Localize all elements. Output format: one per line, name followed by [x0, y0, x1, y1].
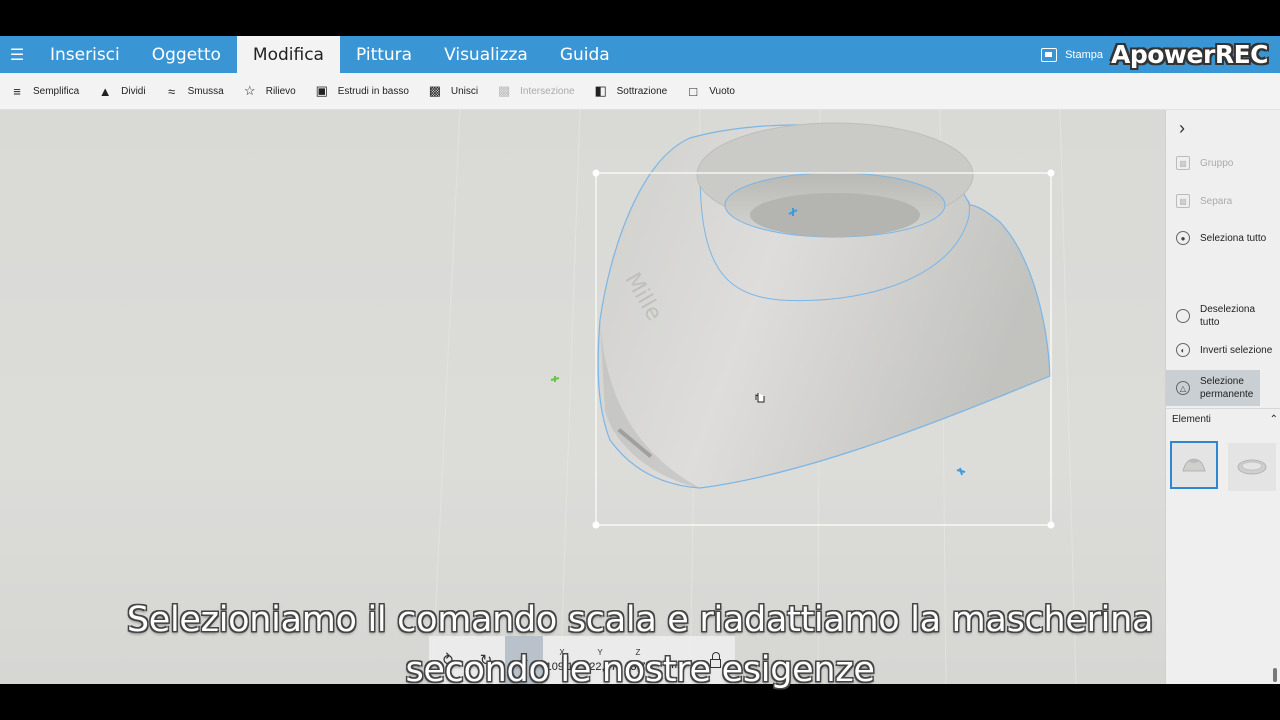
deselect-all-label: Deseleziona tutto	[1200, 304, 1256, 328]
handle-top-right	[1047, 169, 1055, 177]
tool-label: Sottrazione	[616, 85, 668, 97]
subtitle-line-1: Selezioniamo il comando scala e riadatti…	[126, 600, 1154, 640]
handle-bottom-right	[1047, 521, 1055, 529]
tool-rilievo[interactable]: ☆ Rilievo	[243, 83, 296, 98]
elements-header[interactable]: Elementi ⌃	[1172, 414, 1278, 425]
selection-panel: › ▩ Gruppo ▩ Separa ● Seleziona tutto De…	[1165, 110, 1280, 684]
3d-viewport[interactable]: Mille	[0, 110, 1165, 684]
handle-top-left	[592, 169, 600, 177]
print-label: Stampa	[1065, 48, 1104, 61]
viewport-canvas: Mille	[431, 110, 1077, 684]
tool-label: Smussa	[187, 85, 224, 97]
menu-spacer	[626, 36, 1041, 73]
sticky-selection-icon: △	[1176, 381, 1190, 395]
menu-visualizza[interactable]: Visualizza	[428, 36, 544, 73]
element-thumb-ring[interactable]	[1228, 443, 1276, 491]
mask-thumbnail-icon	[1182, 458, 1206, 472]
menu-inserisci[interactable]: Inserisci	[34, 36, 136, 73]
tool-sottrazione[interactable]: ◧ Sottrazione	[594, 83, 668, 98]
invert-selection-label: Inverti selezione	[1200, 344, 1273, 356]
paint3d-window: ☰ Inserisci Oggetto Modifica Pittura Vis…	[0, 36, 1280, 684]
select-all-icon: ●	[1176, 231, 1190, 245]
hamburger-menu-icon[interactable]: ☰	[0, 36, 34, 73]
invert-selection-icon: ◐	[1176, 343, 1190, 357]
printer-icon	[1041, 47, 1058, 62]
intersect-icon: ▩	[497, 83, 511, 98]
tool-label: Vuoto	[709, 85, 735, 97]
extrude-down-icon: ▣	[315, 83, 328, 98]
deselect-all-icon	[1176, 309, 1190, 323]
group-label: Gruppo	[1200, 157, 1234, 169]
tool-estrudi[interactable]: ▣ Estrudi in basso	[315, 83, 409, 98]
video-frame: ☰ Inserisci Oggetto Modifica Pittura Vis…	[0, 0, 1280, 720]
edit-toolbar: ≡ Semplifica ▲ Dividi ≈ Smussa ☆ Rilievo…	[0, 73, 1280, 110]
tool-label: Rilievo	[265, 85, 296, 97]
ungroup-button[interactable]: ▩ Separa	[1166, 191, 1280, 211]
panel-divider	[1166, 408, 1280, 409]
tool-label: Unisci	[450, 85, 479, 97]
menu-guida[interactable]: Guida	[544, 36, 626, 73]
simplify-icon: ≡	[13, 83, 21, 99]
select-all-button[interactable]: ● Seleziona tutto	[1166, 228, 1280, 248]
tool-semplifica[interactable]: ≡ Semplifica	[10, 83, 80, 99]
menu-bar: ☰ Inserisci Oggetto Modifica Pittura Vis…	[0, 36, 1280, 73]
elements-label: Elementi	[1172, 414, 1211, 425]
hollow-icon: □	[689, 83, 698, 99]
menu-modifica[interactable]: Modifica	[236, 36, 340, 73]
tool-vuoto[interactable]: □ Vuoto	[686, 83, 735, 99]
tool-label: Estrudi in basso	[337, 85, 409, 97]
invert-selection-button[interactable]: ◐ Inverti selezione	[1166, 340, 1280, 360]
tool-label: Intersezione	[520, 85, 575, 97]
recorder-watermark: ApowerREC	[1111, 40, 1268, 69]
ungroup-label: Separa	[1200, 195, 1233, 207]
handle-bottom-left	[592, 521, 600, 529]
sticky-selection-label: Selezione permanente	[1200, 376, 1254, 400]
group-icon: ▩	[1176, 156, 1190, 170]
collapse-panel-chevron-icon[interactable]: ›	[1179, 118, 1185, 139]
x-axis-gizmo	[550, 376, 560, 382]
tool-intersezione[interactable]: ▩ Intersezione	[497, 83, 575, 98]
split-icon: ▲	[98, 83, 112, 99]
y-axis-gizmo	[956, 467, 966, 476]
group-button[interactable]: ▩ Gruppo	[1166, 153, 1280, 173]
print-button[interactable]: Stampa ApowerREC	[1041, 36, 1280, 73]
menu-pittura[interactable]: Pittura	[340, 36, 428, 73]
smooth-icon: ≈	[168, 83, 176, 99]
subtitle-line-2: secondo le nostre esigenze	[405, 650, 875, 690]
ring-thumbnail-icon	[1237, 459, 1267, 475]
mask-model[interactable]: Mille	[597, 122, 1051, 489]
tool-smussa[interactable]: ≈ Smussa	[165, 83, 224, 99]
collar-hole	[750, 193, 920, 237]
select-all-label: Seleziona tutto	[1200, 232, 1267, 244]
sticky-selection-button[interactable]: △ Selezione permanente	[1166, 370, 1260, 406]
tool-label: Semplifica	[33, 85, 80, 97]
merge-icon: ▩	[428, 83, 442, 98]
deselect-all-button[interactable]: Deseleziona tutto	[1166, 300, 1280, 332]
subtract-icon: ◧	[594, 83, 607, 98]
tool-unisci[interactable]: ▩ Unisci	[428, 83, 479, 98]
tool-label: Dividi	[121, 85, 146, 97]
tool-dividi[interactable]: ▲ Dividi	[98, 83, 146, 99]
element-thumb-mask[interactable]	[1170, 441, 1218, 489]
emboss-icon: ☆	[243, 83, 256, 98]
chevron-up-icon: ⌃	[1269, 414, 1278, 425]
ungroup-icon: ▩	[1176, 194, 1190, 208]
menu-oggetto[interactable]: Oggetto	[136, 36, 237, 73]
